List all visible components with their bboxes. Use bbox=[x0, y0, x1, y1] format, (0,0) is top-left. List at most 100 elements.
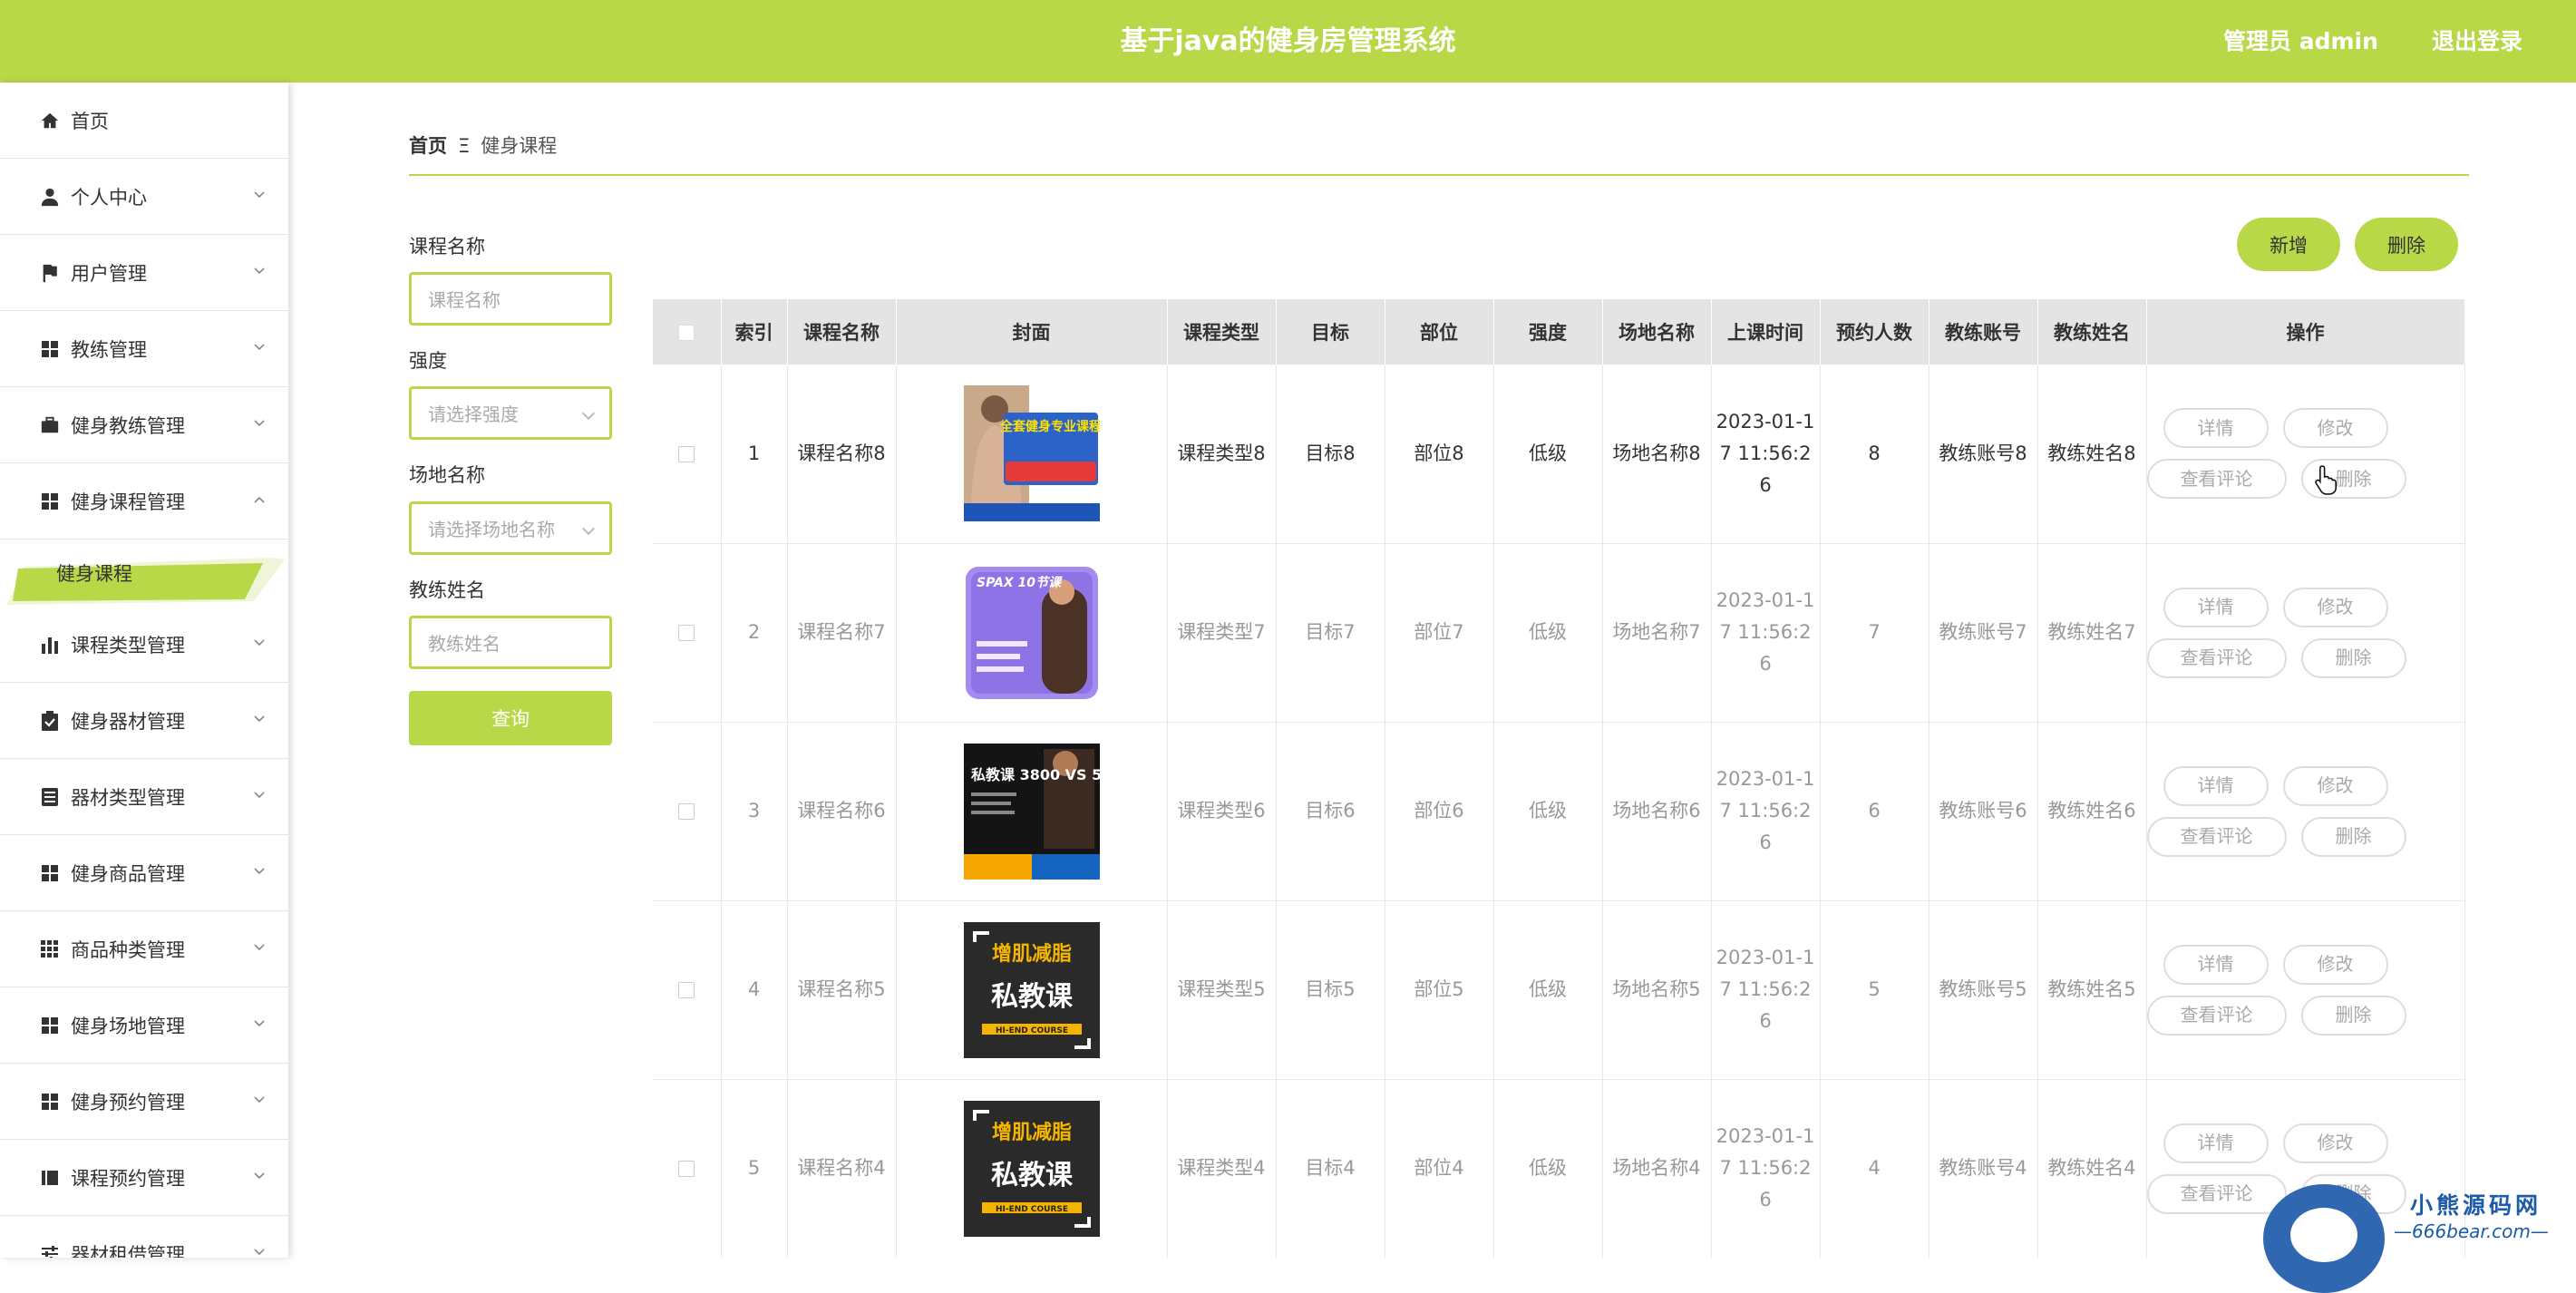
chevron-down-icon bbox=[254, 344, 265, 351]
venue-select[interactable]: 请选择场地名称 bbox=[409, 501, 612, 555]
svg-text:增肌减脂: 增肌减脂 bbox=[991, 942, 1071, 966]
query-button[interactable]: 查询 bbox=[409, 691, 612, 745]
select-all-checkbox[interactable] bbox=[678, 325, 695, 341]
active-item-highlight bbox=[7, 558, 285, 605]
sidebar-item-label: 健身商品管理 bbox=[71, 862, 185, 885]
sidebar-item-label: 健身场地管理 bbox=[71, 1015, 185, 1037]
sidebar-item-fitness-coach-management[interactable]: 健身教练管理 bbox=[0, 387, 288, 463]
svg-text:私教课: 私教课 bbox=[991, 1160, 1074, 1191]
cell-time: 2023-01-17 11:56:26 bbox=[1711, 1079, 1821, 1258]
cell-part: 部位4 bbox=[1385, 1079, 1494, 1258]
cell-booking-count: 4 bbox=[1820, 1079, 1930, 1258]
course-name-placeholder: 课程名称 bbox=[428, 289, 501, 311]
cell-goal: 目标8 bbox=[1276, 365, 1385, 544]
detail-button[interactable]: 详情 bbox=[2163, 765, 2269, 806]
cell-booking-count: 5 bbox=[1820, 900, 1930, 1080]
sidebar-item-user-management[interactable]: 用户管理 bbox=[0, 235, 288, 311]
select-all-header[interactable] bbox=[653, 299, 722, 365]
intensity-select[interactable]: 请选择强度 bbox=[409, 386, 612, 440]
grid-icon bbox=[38, 337, 62, 361]
sidebar-item-course-type-management[interactable]: 课程类型管理 bbox=[0, 607, 288, 683]
edit-button[interactable]: 修改 bbox=[2282, 408, 2388, 449]
row-checkbox[interactable] bbox=[678, 445, 695, 462]
detail-button[interactable]: 详情 bbox=[2163, 408, 2269, 449]
sidebar-item-personal-center[interactable]: 个人中心 bbox=[0, 159, 288, 235]
cover-image: 私教课 3800 VS 5000 bbox=[963, 743, 1100, 880]
sidebar-item-venue-management[interactable]: 健身场地管理 bbox=[0, 987, 288, 1064]
chevron-down-icon bbox=[254, 420, 265, 427]
row-checkbox[interactable] bbox=[678, 982, 695, 998]
edit-button[interactable]: 修改 bbox=[2282, 944, 2388, 985]
cell-coach-name: 教练姓名8 bbox=[2037, 365, 2147, 544]
cell-goal: 目标6 bbox=[1276, 722, 1385, 901]
sidebar-item-label: 课程类型管理 bbox=[71, 634, 185, 656]
chevron-up-icon bbox=[254, 496, 265, 503]
sidebar-item-fitness-booking-management[interactable]: 健身预约管理 bbox=[0, 1064, 288, 1140]
edit-button[interactable]: 修改 bbox=[2282, 587, 2388, 627]
sidebar-item-product-category-management[interactable]: 商品种类管理 bbox=[0, 911, 288, 987]
chevron-down-icon bbox=[254, 1249, 265, 1256]
cell-index: 2 bbox=[721, 543, 788, 723]
delete-button[interactable]: 删除 bbox=[2300, 995, 2406, 1035]
row-checkbox[interactable] bbox=[678, 803, 695, 820]
add-button[interactable]: 新增 bbox=[2237, 218, 2340, 271]
cell-course-type: 课程类型4 bbox=[1167, 1079, 1277, 1258]
cell-coach-account: 教练账号4 bbox=[1929, 1079, 2038, 1258]
row-checkbox[interactable] bbox=[678, 1161, 695, 1177]
cell-course-name: 课程名称7 bbox=[787, 543, 897, 723]
column-header: 强度 bbox=[1493, 299, 1603, 365]
edit-button[interactable]: 修改 bbox=[2282, 1123, 2388, 1163]
cell-goal: 目标4 bbox=[1276, 1079, 1385, 1258]
sidebar-item-product-management[interactable]: 健身商品管理 bbox=[0, 835, 288, 911]
row-checkbox[interactable] bbox=[678, 625, 695, 641]
sidebar-item-home[interactable]: 首页 bbox=[0, 83, 288, 159]
view-comments-button[interactable]: 查看评论 bbox=[2146, 459, 2287, 500]
sidebar-subitem-fitness-course[interactable]: 健身课程 bbox=[0, 540, 288, 607]
coach-name-input[interactable]: 教练姓名 bbox=[409, 616, 612, 669]
sidebar-item-equipment-type-management[interactable]: 器材类型管理 bbox=[0, 759, 288, 835]
table-row: 1 课程名称8 全套健身专业课程 课程类型8 目标8 部位8 低级 场地名称8 bbox=[653, 365, 2465, 544]
cell-cover: 增肌减脂 私教课 HI-END COURSE bbox=[896, 900, 1168, 1080]
sidebar-item-label: 健身课程管理 bbox=[71, 491, 185, 513]
sidebar-item-equipment-rental-management[interactable]: 器材租借管理 bbox=[0, 1216, 288, 1258]
cell-intensity: 低级 bbox=[1493, 722, 1603, 901]
delete-selected-button[interactable]: 删除 bbox=[2355, 218, 2458, 271]
delete-button[interactable]: 删除 bbox=[2300, 816, 2406, 857]
detail-button[interactable]: 详情 bbox=[2163, 1123, 2269, 1163]
view-comments-button[interactable]: 查看评论 bbox=[2146, 995, 2287, 1035]
chevron-down-icon bbox=[254, 267, 265, 275]
cell-part: 部位8 bbox=[1385, 365, 1494, 544]
sidebar-item-label: 器材租借管理 bbox=[71, 1243, 185, 1259]
sliders-icon bbox=[38, 1242, 62, 1258]
sidebar-item-label: 用户管理 bbox=[71, 262, 147, 285]
detail-button[interactable]: 详情 bbox=[2163, 587, 2269, 627]
view-comments-button[interactable]: 查看评论 bbox=[2146, 816, 2287, 857]
view-comments-button[interactable]: 查看评论 bbox=[2146, 637, 2287, 678]
cell-part: 部位5 bbox=[1385, 900, 1494, 1080]
breadcrumb-home[interactable]: 首页 bbox=[409, 135, 447, 157]
cell-intensity: 低级 bbox=[1493, 543, 1603, 723]
cell-coach-name: 教练姓名5 bbox=[2037, 900, 2147, 1080]
cell-coach-name: 教练姓名4 bbox=[2037, 1079, 2147, 1258]
chevron-down-icon bbox=[254, 1020, 265, 1027]
breadcrumb-separator: Ξ bbox=[458, 135, 471, 157]
sidebar-item-course-booking-management[interactable]: 课程预约管理 bbox=[0, 1140, 288, 1216]
detail-button[interactable]: 详情 bbox=[2163, 944, 2269, 985]
sidebar-item-course-management[interactable]: 健身课程管理 bbox=[0, 463, 288, 540]
chevron-down-icon bbox=[254, 1096, 265, 1103]
logout-link[interactable]: 退出登录 bbox=[2432, 0, 2523, 83]
edit-button[interactable]: 修改 bbox=[2282, 765, 2388, 806]
sidebar-item-label: 健身教练管理 bbox=[71, 414, 185, 437]
column-header: 操作 bbox=[2146, 299, 2465, 365]
cell-cover: 增肌减脂 私教课 HI-END COURSE bbox=[896, 1079, 1168, 1258]
cell-coach-account: 教练账号6 bbox=[1929, 722, 2038, 901]
sidebar: 首页 个人中心 用户管理 教练管理 健身教练管理 健身课程管理 健身课程 课程类… bbox=[0, 83, 288, 1258]
sidebar-item-equipment-management[interactable]: 健身器材管理 bbox=[0, 683, 288, 759]
cell-coach-name: 教练姓名7 bbox=[2037, 543, 2147, 723]
course-name-input[interactable]: 课程名称 bbox=[409, 272, 612, 326]
delete-button[interactable]: 删除 bbox=[2300, 637, 2406, 678]
sidebar-item-coach-management[interactable]: 教练管理 bbox=[0, 311, 288, 387]
cell-coach-account: 教练账号8 bbox=[1929, 365, 2038, 544]
cell-time: 2023-01-17 11:56:26 bbox=[1711, 365, 1821, 544]
cell-course-type: 课程类型8 bbox=[1167, 365, 1277, 544]
